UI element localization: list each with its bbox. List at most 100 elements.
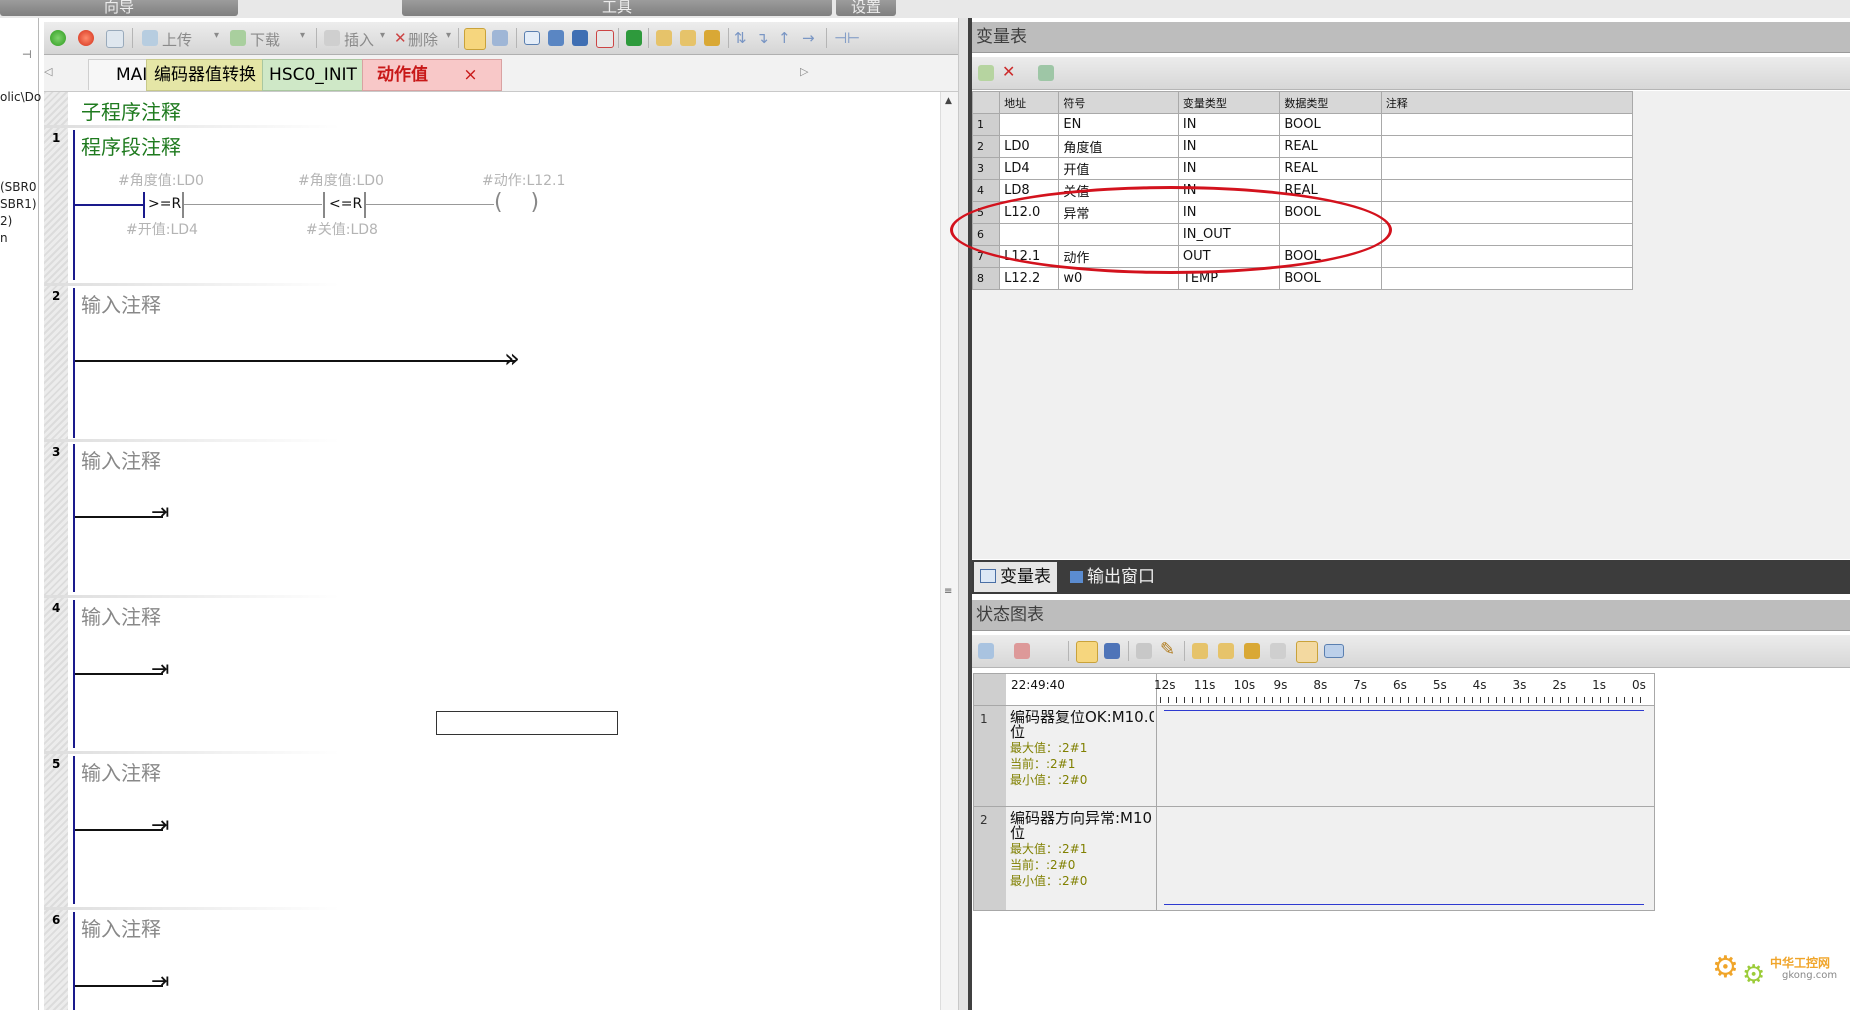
coil-icon-ladder[interactable]: ( ) xyxy=(494,190,539,215)
goto-icon[interactable] xyxy=(626,30,642,46)
header-data-type[interactable]: 数据类型 xyxy=(1279,91,1382,114)
network-4-comment[interactable]: 输入注释 xyxy=(81,601,161,630)
delete-row-icon[interactable]: ✕ xyxy=(1002,62,1015,81)
time-tick-label: 3s xyxy=(1512,678,1527,692)
binoculars-icon[interactable] xyxy=(1136,643,1152,659)
header-address[interactable]: 地址 xyxy=(999,91,1060,114)
trend-row-1-info[interactable]: 编码器复位OK:M10.0 位 最大值：:2#1 当前：:2#1 最小值：:2#… xyxy=(1010,710,1154,788)
table-row[interactable]: 8 L12.2 w0 TEMP BOOL xyxy=(971,267,1634,290)
branch-icon[interactable] xyxy=(548,30,564,46)
menu-tab-settings[interactable]: 设置 xyxy=(836,0,896,16)
insert-dropdown-icon[interactable]: ▾ xyxy=(380,30,385,48)
network-1-comment[interactable]: 程序段注释 xyxy=(81,131,181,160)
table-row[interactable]: 1 EN IN BOOL xyxy=(971,113,1634,136)
network-compare-icon[interactable] xyxy=(492,30,508,46)
force-icon[interactable] xyxy=(704,30,720,46)
header-comment[interactable]: 注释 xyxy=(1380,91,1634,114)
symbol-icon[interactable] xyxy=(1038,65,1054,81)
upload-dropdown-icon[interactable]: ▾ xyxy=(214,30,219,48)
network-2-comment[interactable]: 输入注释 xyxy=(81,289,161,318)
scroll-up-icon[interactable]: ▲ xyxy=(945,96,952,106)
download-dropdown-icon[interactable]: ▾ xyxy=(300,30,305,48)
rung-end-icon: ⇥ xyxy=(151,500,170,525)
force-lock-icon[interactable] xyxy=(1192,643,1208,659)
vertical-line-icon[interactable]: ⇅ xyxy=(734,29,747,47)
tree-item-2[interactable]: 2) xyxy=(0,214,12,228)
remove-row-icon[interactable] xyxy=(1014,643,1030,659)
pause-icon[interactable] xyxy=(1104,643,1120,659)
signal-max: 最大值：:2#1 xyxy=(1010,842,1088,856)
panel-tab-strip: 变量表 输出窗口 xyxy=(972,560,1850,594)
tab-action-value[interactable]: 动作值 × xyxy=(362,59,502,91)
compare-1-operand-bottom[interactable]: #开值:LD4 xyxy=(126,219,198,239)
network-5-comment[interactable]: 输入注释 xyxy=(81,757,161,786)
compare-2-operand-bottom[interactable]: #关值:LD8 xyxy=(306,219,378,239)
compare-2-op[interactable]: <=R xyxy=(329,196,362,212)
line-down-icon[interactable]: ↴ xyxy=(756,29,769,47)
tree-item-path[interactable]: olic\Do xyxy=(0,90,41,104)
tab-scroll-right-icon[interactable]: ▷ xyxy=(800,65,808,78)
pencil-icon[interactable]: ✎ xyxy=(1160,639,1175,660)
menu-tab-wizard[interactable]: 向导 xyxy=(0,0,238,16)
time-tick-label: 9s xyxy=(1273,678,1288,692)
tab-output-window[interactable]: 输出窗口 xyxy=(1064,562,1161,592)
stop-icon[interactable] xyxy=(78,30,94,46)
contact-icon[interactable] xyxy=(524,31,540,45)
header-symbol[interactable]: 符号 xyxy=(1058,91,1179,114)
signal-min: 最小值：:2#0 xyxy=(1010,773,1088,787)
insert-row-icon[interactable] xyxy=(978,65,994,81)
add-row-icon[interactable] xyxy=(978,643,994,659)
compile-icon[interactable] xyxy=(106,30,124,48)
upload-button[interactable]: 上传 xyxy=(162,29,192,49)
trend-view-icon[interactable] xyxy=(1296,641,1318,663)
pin-icon[interactable]: ⊣ xyxy=(22,48,32,61)
delete-button[interactable]: 删除 xyxy=(408,29,438,49)
options-icon[interactable] xyxy=(1324,644,1344,658)
force-all-icon[interactable] xyxy=(1244,643,1260,659)
coil-operand[interactable]: #动作:L12.1 xyxy=(482,170,565,190)
trend-line-2 xyxy=(1164,904,1644,905)
insert-button[interactable]: 插入 xyxy=(344,29,374,49)
contact-insert-icon[interactable]: ⊣⊢ xyxy=(834,29,860,47)
run-icon[interactable] xyxy=(50,30,66,46)
line-up-icon[interactable]: ↑ xyxy=(778,29,791,47)
compare-2-operand-top[interactable]: #角度值:LD0 xyxy=(298,170,384,190)
table-row[interactable]: 2 LD0 角度值 IN REAL xyxy=(971,135,1634,158)
network-view-icon[interactable] xyxy=(464,28,486,50)
network-3-comment[interactable]: 输入注释 xyxy=(81,445,161,474)
tree-item-n[interactable]: n xyxy=(0,231,8,245)
scroll-grip-icon[interactable]: ≡ xyxy=(944,586,952,597)
network-6-comment[interactable]: 输入注释 xyxy=(81,913,161,942)
header-var-type[interactable]: 变量类型 xyxy=(1177,91,1281,114)
trend-row-2-info[interactable]: 编码器方向异常:M10 位 最大值：:2#1 当前：:2#0 最小值：:2#0 xyxy=(1010,811,1154,889)
tab-var-table[interactable]: 变量表 xyxy=(974,562,1057,592)
compare-1-operand-top[interactable]: #角度值:LD0 xyxy=(118,170,204,190)
tab-hsc0-init[interactable]: HSC0_INIT xyxy=(262,59,364,91)
download-button[interactable]: 下载 xyxy=(250,29,280,49)
lock-icon[interactable] xyxy=(656,30,672,46)
close-icon[interactable]: × xyxy=(463,65,477,85)
rung-wire-net2 xyxy=(75,360,515,362)
tree-item-sbr0[interactable]: (SBR0 xyxy=(0,180,37,194)
read-force-icon[interactable] xyxy=(1270,643,1286,659)
tree-item-sbr1[interactable]: SBR1) xyxy=(0,197,37,211)
delete-dropdown-icon[interactable]: ▾ xyxy=(446,30,451,48)
var-table-toolbar: ✕ xyxy=(972,57,1850,90)
table-row[interactable]: 3 LD4 开值 IN REAL xyxy=(971,157,1634,180)
unforce-icon[interactable] xyxy=(1218,643,1234,659)
subroutine-comment[interactable]: 子程序注释 xyxy=(81,96,181,125)
inline-edit-box[interactable] xyxy=(436,711,618,735)
box-icon[interactable] xyxy=(596,30,614,48)
tab-encoder-convert[interactable]: 编码器值转换 xyxy=(146,59,264,91)
tab-scroll-left-icon[interactable]: ◁ xyxy=(44,65,52,78)
line-right-icon[interactable]: → xyxy=(802,29,815,47)
signal-type: 位 xyxy=(1010,824,1026,842)
rung-wire-2 xyxy=(184,204,322,205)
unlock-icon[interactable] xyxy=(680,30,696,46)
coil-icon[interactable] xyxy=(572,30,588,46)
compare-1-op[interactable]: >=R xyxy=(148,196,181,212)
menu-tab-tools[interactable]: 工具 xyxy=(402,0,832,16)
time-tick-label: 4s xyxy=(1472,678,1487,692)
network-number-4: 4 xyxy=(52,601,61,615)
trend-run-icon[interactable] xyxy=(1076,641,1098,663)
